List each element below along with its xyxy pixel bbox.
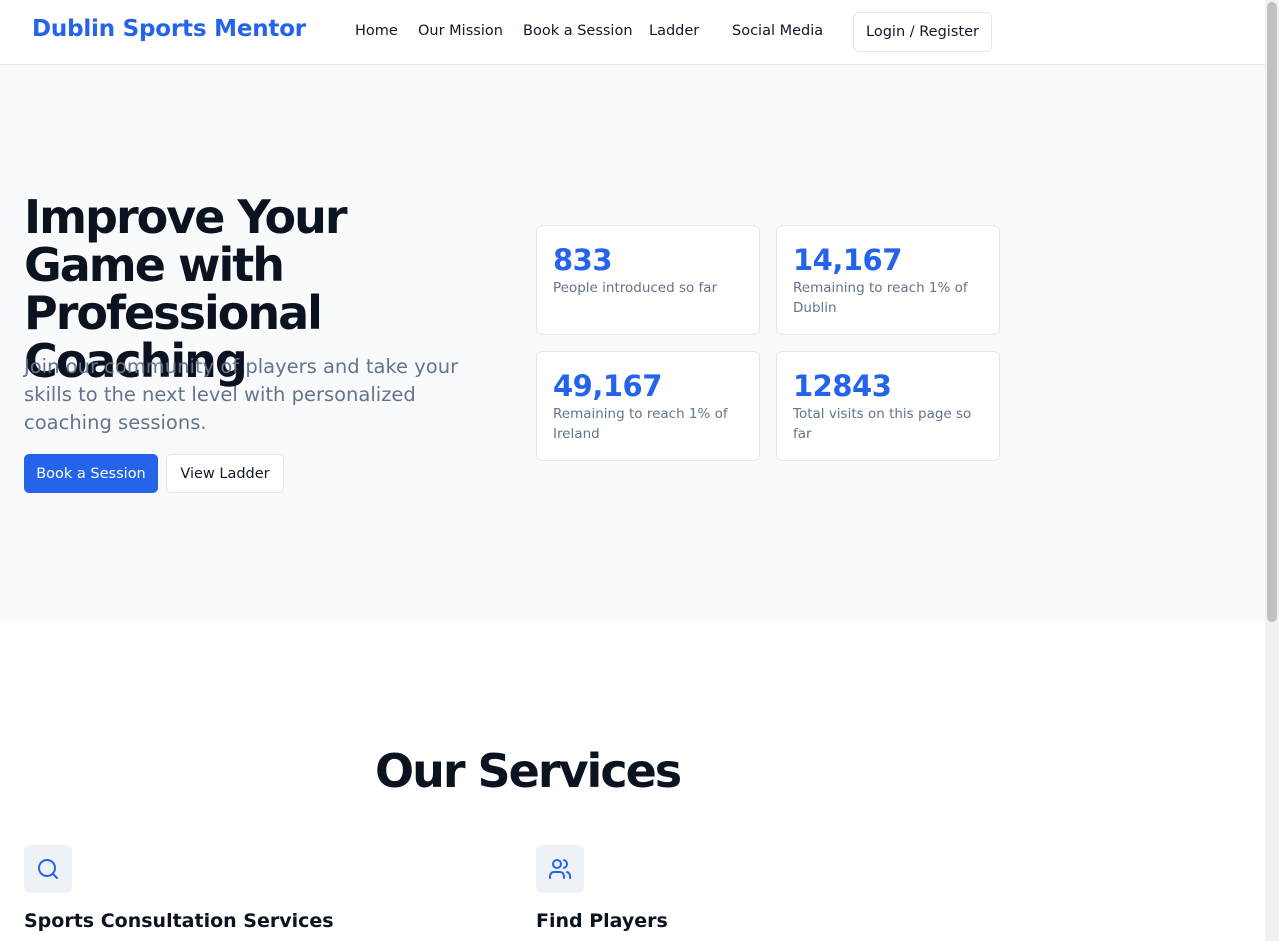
- view-ladder-button[interactable]: View Ladder: [166, 454, 284, 493]
- stat-label: Total visits on this page so far: [793, 406, 972, 442]
- stat-label: People introduced so far: [553, 280, 718, 296]
- stat-card-total-visits: 12843 Total visits on this page so far: [776, 351, 1000, 461]
- nav-our-mission[interactable]: Our Mission: [418, 23, 503, 39]
- stat-label: Remaining to reach 1% of Dublin: [793, 280, 968, 316]
- service-title-consultation: Sports Consultation Services: [24, 910, 334, 932]
- stat-value: 12843: [793, 369, 892, 403]
- search-icon: [24, 845, 72, 893]
- nav-book-session[interactable]: Book a Session: [523, 23, 633, 39]
- nav-home[interactable]: Home: [355, 23, 398, 39]
- nav-social-media[interactable]: Social Media: [732, 23, 823, 39]
- stat-card-remaining-ireland: 49,167 Remaining to reach 1% of Ireland: [536, 351, 760, 461]
- hero-section: Improve Your Game with Professional Coac…: [0, 65, 1265, 621]
- nav-ladder[interactable]: Ladder: [649, 23, 699, 39]
- hero-subtitle: Join our community of players and take y…: [24, 355, 459, 434]
- book-session-button[interactable]: Book a Session: [24, 454, 158, 493]
- users-icon: [536, 845, 584, 893]
- stat-value: 49,167: [553, 369, 662, 403]
- brand-logo[interactable]: Dublin Sports Mentor: [32, 16, 306, 42]
- stat-card-remaining-dublin: 14,167 Remaining to reach 1% of Dublin: [776, 225, 1000, 335]
- stat-value: 833: [553, 243, 613, 277]
- service-title-find-players: Find Players: [536, 910, 668, 932]
- services-title: Our Services: [375, 744, 682, 798]
- scrollbar-thumb[interactable]: [1267, 2, 1277, 622]
- login-register-button[interactable]: Login / Register: [853, 12, 992, 52]
- stat-card-introduced: 833 People introduced so far: [536, 225, 760, 335]
- stat-label: Remaining to reach 1% of Ireland: [553, 406, 728, 442]
- site-header: Dublin Sports Mentor Home Our Mission Bo…: [0, 0, 1265, 65]
- stat-value: 14,167: [793, 243, 902, 277]
